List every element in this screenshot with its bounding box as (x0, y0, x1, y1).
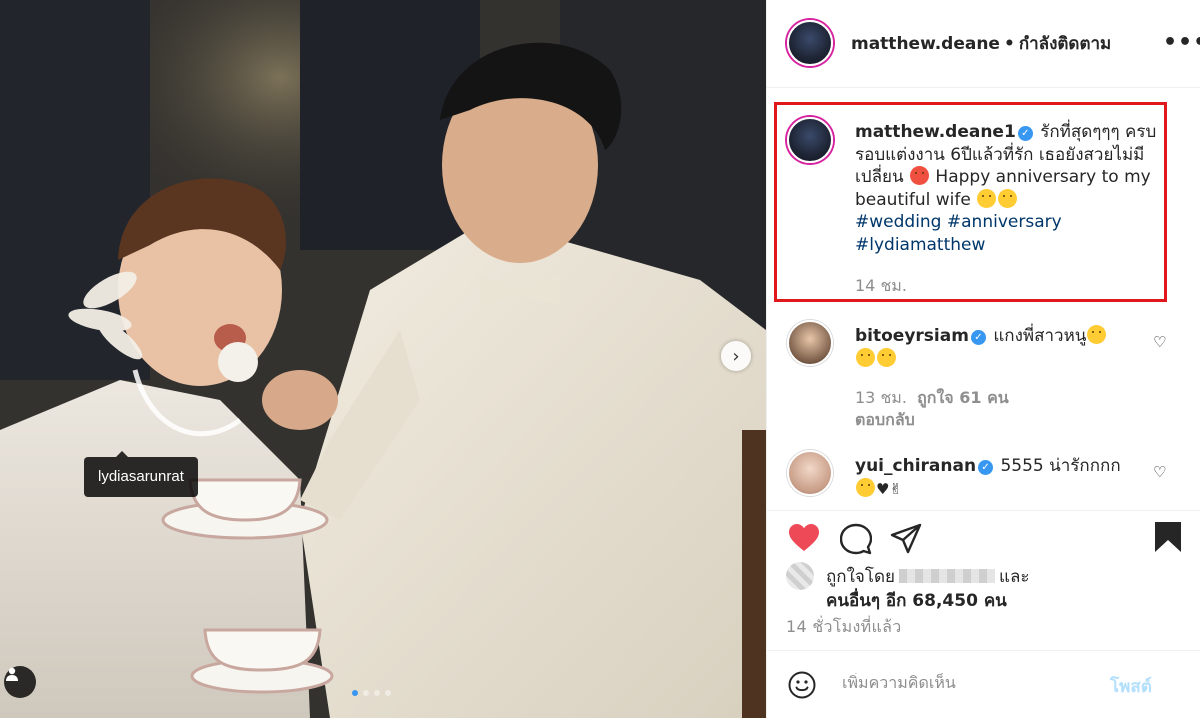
liker-avatar[interactable] (786, 562, 814, 590)
like-button[interactable] (788, 523, 820, 557)
bookmark-icon (1155, 522, 1181, 552)
header-separator: • (1003, 34, 1015, 54)
caption-highlight-box (774, 102, 1167, 302)
black-heart-icon: ♥ (876, 479, 890, 498)
comment-time[interactable]: 13 ชม. (855, 388, 907, 407)
carousel-next-button[interactable]: › (721, 341, 751, 371)
likes-others-count[interactable]: คนอื่นๆ อีก 68,450 คน (826, 591, 1007, 611)
post-header: matthew.deane•กำลังติดตาม ••• (767, 0, 1200, 88)
comment-text: bitoeyrsiam ✓ แกงพี่สาวหนู (855, 325, 1159, 370)
comment-button[interactable] (839, 523, 873, 559)
photo-user-tag[interactable]: lydiasarunrat (84, 451, 198, 497)
comment-like-heart-icon[interactable]: ♡ (1153, 333, 1166, 351)
heart-icon (789, 524, 819, 551)
comment-content: แกงพี่สาวหนู (993, 326, 1087, 346)
smiley-icon (788, 671, 816, 699)
author-line: matthew.deane • กำลังติดตาม (851, 30, 1111, 57)
comment-content: 5555 น่ารักกกก (1000, 456, 1121, 476)
laughing-emoji-icon (856, 477, 875, 497)
comment-username[interactable]: yui_chiranan (855, 456, 976, 476)
rock-hand-icon: ✌ (889, 479, 903, 498)
commenter-avatar[interactable] (787, 450, 833, 496)
carousel-dot (374, 690, 380, 696)
photo-user-tag-username: lydiasarunrat (98, 468, 184, 485)
reply-button[interactable]: ตอบกลับ (855, 408, 915, 433)
post-photo[interactable]: lydiasarunrat › (0, 0, 766, 718)
follow-status-button[interactable]: กำลังติดตาม (1019, 34, 1111, 54)
emoji-picker-button[interactable] (788, 671, 816, 703)
add-comment-bar: โพสต์ (766, 650, 1200, 718)
laughing-emoji-icon (1087, 325, 1107, 344)
reply-label: ตอบกลับ (855, 410, 915, 429)
wedding-photo-illustration (0, 0, 766, 718)
comment-likes[interactable]: ถูกใจ 61 คน (917, 388, 1009, 407)
carousel-indicator (352, 690, 391, 696)
comment-like-heart-icon[interactable]: ♡ (1153, 463, 1166, 481)
chevron-right-icon: › (732, 345, 740, 367)
share-button[interactable] (890, 523, 922, 559)
verified-badge-icon: ✓ (970, 330, 986, 345)
likes-summary[interactable]: ถูกใจโดย และ คนอื่นๆ อีก 68,450 คน (826, 565, 1030, 613)
add-comment-input[interactable] (842, 673, 1092, 692)
carousel-dot (352, 690, 358, 696)
carousel-dot (363, 690, 369, 696)
laughing-emoji-icon (856, 347, 875, 367)
comment-username[interactable]: bitoeyrsiam (855, 326, 969, 346)
more-options-icon[interactable]: ••• (1163, 30, 1200, 55)
show-tags-button[interactable] (4, 666, 36, 698)
save-button[interactable] (1154, 521, 1182, 557)
laughing-emoji-icon (877, 347, 896, 367)
verified-badge-icon: ✓ (978, 460, 994, 475)
liker-username-blurred[interactable] (898, 569, 995, 583)
comment-icon (839, 523, 873, 555)
author-avatar[interactable] (787, 20, 833, 66)
commenter-avatar[interactable] (787, 320, 833, 366)
likes-suffix: และ (998, 567, 1030, 587)
post-comment-button[interactable]: โพสต์ (1110, 673, 1152, 700)
paper-plane-icon (890, 523, 922, 554)
likes-prefix: ถูกใจโดย (826, 567, 895, 587)
carousel-dot (385, 690, 391, 696)
user-tag-icon (6, 667, 18, 681)
comment-text: yui_chiranan ✓ 5555 น่ารักกกก ♥✌ (855, 455, 1159, 500)
author-username[interactable]: matthew.deane (851, 34, 1000, 54)
post-time-ago[interactable]: 14 ชั่วโมงที่แล้ว (786, 615, 902, 640)
